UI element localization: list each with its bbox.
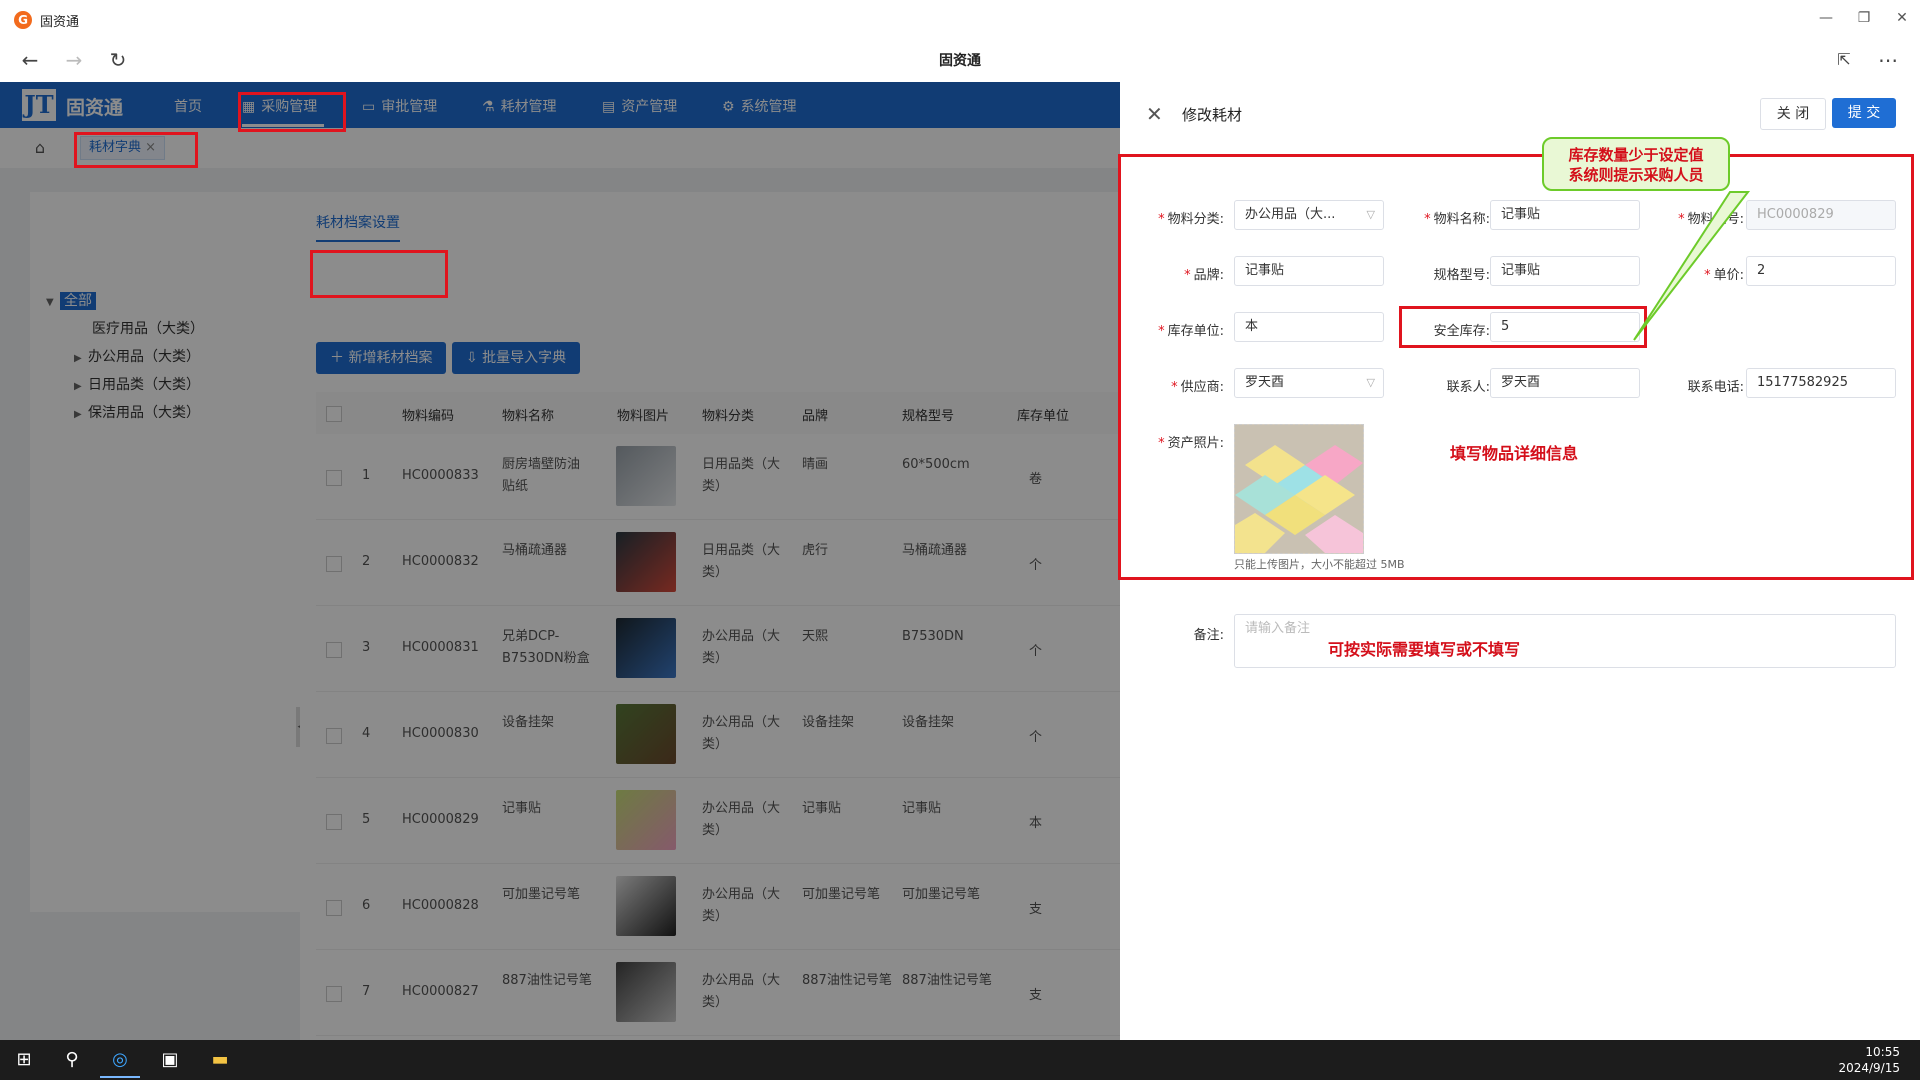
- highlight-details-area: [1118, 154, 1914, 580]
- minimize-icon[interactable]: —: [1812, 6, 1840, 30]
- close-window-icon[interactable]: ✕: [1888, 6, 1916, 30]
- taskbar-clock: 10:55 2024/9/15: [1838, 1045, 1900, 1075]
- edit-drawer: ✕ 修改耗材 关 闭 提 交 * 物料分类: 办公用品（大... ▽ * 物料名称: …: [1118, 82, 1920, 1040]
- app-logo-icon: G: [14, 11, 32, 29]
- submit-button[interactable]: 提 交: [1832, 98, 1896, 128]
- highlight-add-button: [310, 250, 448, 298]
- search-icon[interactable]: ⚲: [52, 1044, 92, 1076]
- back-icon[interactable]: ←: [14, 46, 46, 74]
- refresh-icon[interactable]: ↻: [102, 46, 134, 74]
- app-taskbar-icon[interactable]: ◎: [100, 1044, 140, 1078]
- highlight-purchase-menu: [238, 92, 346, 132]
- windows-start-icon[interactable]: ⊞: [4, 1044, 44, 1076]
- callout-pointer: [1633, 191, 1751, 341]
- drawer-title: 修改耗材: [1182, 106, 1243, 124]
- remote-desktop-icon[interactable]: ▣: [150, 1044, 190, 1076]
- modal-overlay[interactable]: [0, 82, 1120, 1040]
- highlight-safety-stock: [1399, 306, 1647, 348]
- window-navbar: 固资通 ← → ↻ ⇱ ⋯: [0, 38, 1920, 82]
- taskbar: ⊞ ⚲ ◎ ▣ ▬ 10:55 2024/9/15: [0, 1040, 1920, 1080]
- window-app-name: 固资通: [40, 15, 80, 30]
- drawer-close-icon[interactable]: ✕: [1146, 102, 1163, 126]
- close-button[interactable]: 关 闭: [1760, 98, 1826, 130]
- callout-line: 库存数量少于设定值: [1568, 146, 1704, 164]
- page-title: 固资通: [939, 53, 981, 69]
- forward-icon[interactable]: →: [58, 46, 90, 74]
- field-label: 备注:: [1193, 628, 1224, 643]
- annotation-optional: 可按实际需要填写或不填写: [1328, 640, 1521, 659]
- more-icon[interactable]: ⋯: [1872, 46, 1904, 74]
- callout-line: 系统则提示采购人员: [1568, 166, 1704, 184]
- highlight-tab: [74, 132, 198, 168]
- callout-bubble: 库存数量少于设定值 系统则提示采购人员: [1542, 137, 1730, 191]
- app-main: JT 固资通 首页 ▦ 采购管理 ▭ 审批管理 ⚗ 耗材管理 ▤ 资产管理 ⚙ 系统管理 …: [0, 82, 1120, 1040]
- window-titlebar: G 固资通 — ❐ ✕: [0, 0, 1920, 38]
- restore-icon[interactable]: ❐: [1850, 6, 1878, 30]
- folder-icon[interactable]: ▬: [200, 1044, 240, 1076]
- share-icon[interactable]: ⇱: [1828, 46, 1860, 74]
